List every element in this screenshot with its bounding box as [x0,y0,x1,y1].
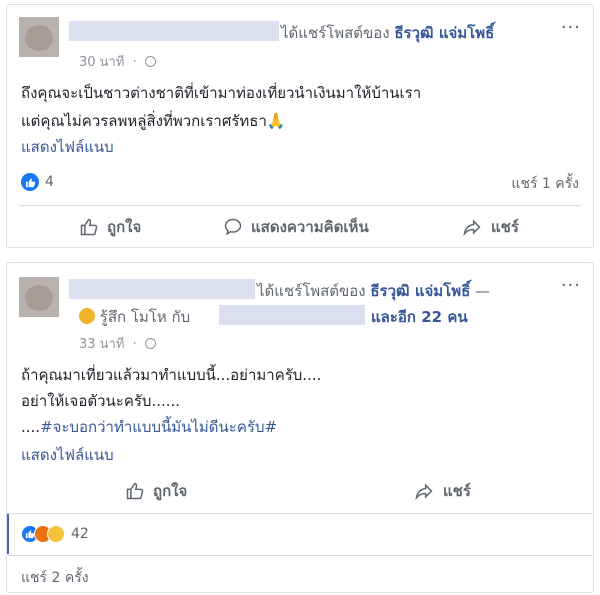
praying-hands-icon: 🙏 [266,112,286,130]
blurred-user-name[interactable] [69,21,279,41]
show-attachment-link[interactable]: แสดงไฟล์แนบ [21,443,114,467]
blurred-tagged-name[interactable] [219,305,365,325]
reaction-count: 42 [71,526,89,542]
timestamp[interactable]: 33 นาที [79,337,124,352]
shared-author-link[interactable]: ธีรวุฒิ แจ่มโพธิ์ [394,24,494,42]
like-count: 4 [45,174,54,190]
shared-post-card: ได้แชร์โพสต์ของ ธีรวุฒิ แจ่มโพธิ์ ··· 30… [6,4,594,248]
feeling-text: รู้สึก โมโห กับ [99,308,191,326]
post-header: ได้แชร์โพสต์ของ ธีรวุฒิ แจ่มโพธิ์ [281,21,494,45]
hashtag-link[interactable]: #จะบอกว่าทำแบบนี้มันไม่ดีนะครับ# [40,418,277,436]
haha-reaction-icon [47,525,65,543]
reaction-count-row[interactable]: 42 [21,525,89,543]
like-count-row[interactable]: 4 [21,173,54,191]
and-others-link[interactable]: และอีก 22 คน [371,305,468,329]
dash: — [475,282,491,300]
post-header: ได้แชร์โพสต์ของ ธีรวุฒิ แจ่มโพธิ์ — [257,279,490,303]
thumbs-up-icon [80,218,98,236]
comment-label: แสดงความคิดเห็น [251,218,369,236]
shared-post-text: ได้แชร์โพสต์ของ [257,282,366,300]
post-text-line-2: แต่คุณไม่ควรลพหลู่สิ่งที่พวกเราศรัทธา🙏 [21,109,286,133]
post-text: แต่คุณไม่ควรลพหลู่สิ่งที่พวกเราศรัทธา [21,112,267,130]
like-label: ถูกใจ [153,482,188,500]
comment-area-indicator [7,514,9,554]
like-button[interactable]: ถูกใจ [125,479,187,503]
hashtag-line: ....#จะบอกว่าทำแบบนี้มันไม่ดีนะครับ# [21,415,277,439]
divider-2 [7,555,593,556]
post-text-line: ถ้าคุณมาเที่ยวแล้วมาทำแบบนี้...อย่ามาครั… [21,366,322,384]
shared-author-link[interactable]: ธีรวุฒิ แจ่มโพธิ์ [370,282,470,300]
more-options-icon[interactable]: ··· [561,17,581,38]
globe-icon [144,56,156,67]
reaction-icons [21,525,65,543]
comment-button[interactable]: แสดงความคิดเห็น [223,215,369,239]
like-label: ถูกใจ [107,218,142,236]
post-text-line-2: อย่าให้เจอตัวนะครับ...... [21,392,181,410]
globe-icon [144,338,156,349]
and-others-text: และอีก 22 คน [371,308,468,326]
divider [7,513,593,514]
share-arrow-icon [463,219,481,237]
more-options-icon[interactable]: ··· [561,275,581,296]
timestamp[interactable]: 30 นาที [79,55,124,70]
avatar[interactable] [19,17,59,57]
hashtag-prefix: .... [21,418,41,436]
angry-face-icon [79,308,95,324]
shared-post-card-2: ได้แชร์โพสต์ของ ธีรวุฒิ แจ่มโพธิ์ — ··· … [6,262,594,593]
share-count[interactable]: แชร์ 2 ครั้ง [21,567,89,589]
shared-post-text: ได้แชร์โพสต์ของ [281,24,390,42]
share-label: แชร์ [491,218,519,236]
post-meta: 33 นาที · [79,333,156,354]
share-button[interactable]: แชร์ [413,479,471,503]
post-meta: 30 นาที · [79,51,156,72]
like-reaction-icon [21,173,39,191]
divider [19,205,581,206]
blurred-user-name[interactable] [69,279,255,299]
avatar[interactable] [19,277,59,317]
share-label: แชร์ [443,482,471,500]
share-count[interactable]: แชร์ 1 ครั้ง [511,173,579,195]
show-attachment-link[interactable]: แสดงไฟล์แนบ [21,135,114,159]
like-button[interactable]: ถูกใจ [79,215,141,239]
share-arrow-icon [415,483,433,501]
thumbs-up-icon [126,482,144,500]
feeling-line: รู้สึก โมโห กับ [79,305,190,329]
share-button[interactable]: แชร์ [461,215,519,239]
comment-icon [224,218,242,236]
post-text-line: ถึงคุณจะเป็นชาวต่างชาติที่เข้ามาท่องเที่… [21,84,422,102]
